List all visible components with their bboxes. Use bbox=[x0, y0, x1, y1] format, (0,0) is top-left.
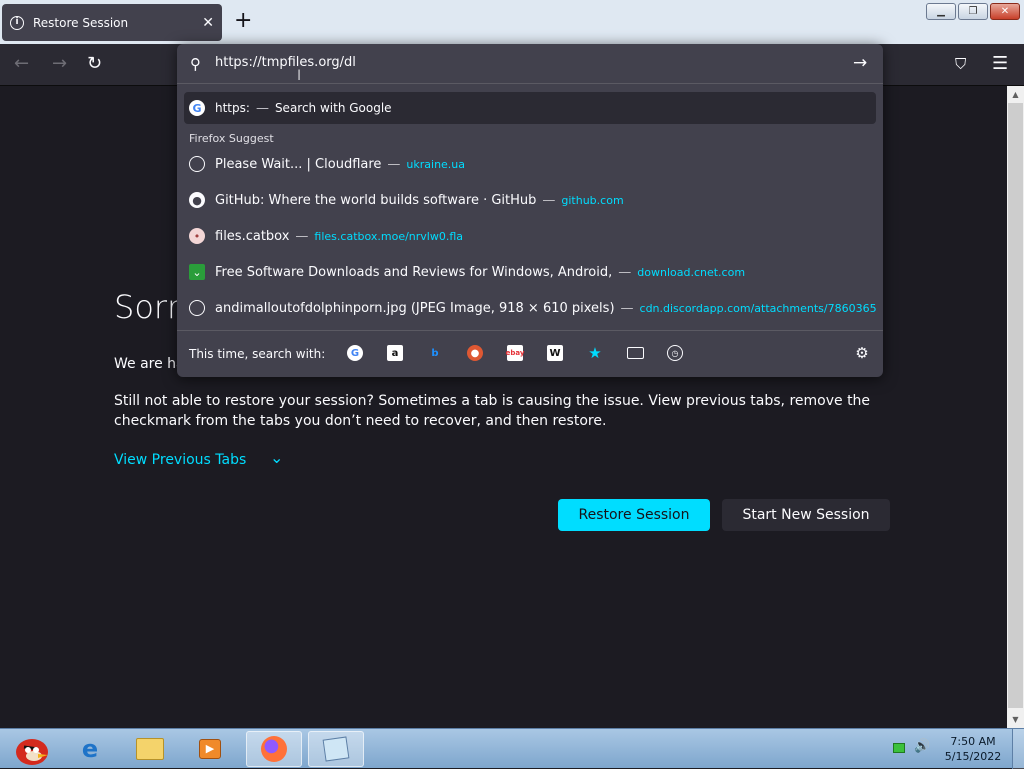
folder-icon[interactable] bbox=[122, 731, 178, 767]
suggestion-action: Search with Google bbox=[274, 101, 392, 115]
suggestion-url: download.cnet.com bbox=[637, 265, 746, 279]
hamburger-menu-icon[interactable]: ☰ bbox=[992, 54, 1008, 74]
github-icon: ● bbox=[189, 192, 205, 208]
minimize-button[interactable]: ▁ bbox=[926, 3, 956, 20]
notepad-icon[interactable] bbox=[308, 731, 364, 767]
bookmarks-star-icon[interactable]: ★ bbox=[587, 344, 603, 362]
text-cursor-icon: I bbox=[297, 68, 302, 84]
go-arrow-icon[interactable]: → bbox=[853, 53, 867, 73]
ebay-icon[interactable]: ebay bbox=[506, 345, 524, 361]
start-button[interactable] bbox=[0, 731, 60, 767]
globe-icon bbox=[189, 156, 205, 172]
show-desktop-button[interactable] bbox=[1012, 729, 1024, 769]
suggestion-title: andimalloutofdolphinporn.jpg (JPEG Image… bbox=[215, 300, 615, 316]
suggestion-row[interactable]: andimalloutofdolphinporn.jpg (JPEG Image… bbox=[184, 292, 876, 324]
suggestion-url: github.com bbox=[561, 193, 624, 207]
suggestion-title: Please Wait... | Cloudflare bbox=[215, 156, 382, 172]
cnet-download-icon: ⌄ bbox=[189, 264, 205, 280]
volume-icon[interactable]: 🔊 bbox=[914, 739, 930, 754]
angry-bird-icon bbox=[16, 739, 48, 765]
tab-strip: i Restore Session ✕ + ▁ ❐ ✕ bbox=[0, 0, 1024, 44]
clock-date: 5/15/2022 bbox=[944, 750, 1002, 763]
tab-title: Restore Session bbox=[33, 15, 129, 30]
forward-arrow-icon[interactable]: → bbox=[52, 54, 67, 74]
suggestion-url: files.catbox.moe/nrvlw0.fla bbox=[314, 229, 464, 243]
restore-help-text: Still not able to restore your session? … bbox=[114, 393, 871, 429]
page-intro-text: We are ha bbox=[114, 356, 185, 372]
search-suggestion-row[interactable]: G https: — Search with Google bbox=[184, 92, 876, 124]
one-off-search-bar: This time, search with: G a b ● ebay W ★… bbox=[177, 330, 883, 377]
close-tab-icon[interactable]: ✕ bbox=[202, 15, 214, 31]
view-previous-tabs-link[interactable]: View Previous Tabs bbox=[114, 452, 246, 468]
separator: — bbox=[542, 192, 556, 208]
amazon-icon[interactable]: a bbox=[387, 345, 403, 361]
close-window-button[interactable]: ✕ bbox=[990, 3, 1020, 20]
clock-time: 7:50 AM bbox=[950, 735, 996, 748]
separator: — bbox=[618, 264, 632, 280]
system-clock[interactable]: 7:50 AM 5/15/2022 bbox=[940, 734, 1006, 764]
search-icon: ⚲ bbox=[190, 55, 201, 73]
back-arrow-icon[interactable]: ← bbox=[14, 54, 29, 74]
separator: — bbox=[620, 300, 634, 316]
start-new-session-button[interactable]: Start New Session bbox=[722, 499, 890, 531]
suggestion-row[interactable]: ● GitHub: Where the world builds softwar… bbox=[184, 184, 876, 216]
suggestion-url: cdn.discordapp.com/attachments/786036505… bbox=[639, 301, 876, 315]
url-input[interactable] bbox=[215, 55, 815, 70]
scrollbar-thumb[interactable] bbox=[1008, 103, 1023, 708]
scroll-down-arrow-icon[interactable]: ▼ bbox=[1007, 711, 1024, 728]
wikipedia-icon[interactable]: W bbox=[547, 345, 563, 361]
media-player-icon[interactable]: ▶ bbox=[182, 731, 238, 767]
taskbar: e ▶ 🔊 7:50 AM 5/15/2022 bbox=[0, 728, 1024, 769]
suggestion-url: ukraine.ua bbox=[406, 157, 466, 171]
suggestion-row[interactable]: • files.catbox — files.catbox.moe/nrvlw0… bbox=[184, 220, 876, 252]
history-clock-icon[interactable]: ◷ bbox=[667, 345, 683, 361]
suggestion-title: https: bbox=[215, 101, 250, 115]
internet-explorer-icon[interactable]: e bbox=[62, 731, 118, 767]
restore-window-button[interactable]: ❐ bbox=[958, 3, 988, 20]
info-icon: i bbox=[10, 15, 24, 30]
google-icon: G bbox=[189, 100, 205, 116]
tab-restore-session[interactable]: i Restore Session ✕ bbox=[2, 4, 222, 41]
firefox-suggest-label: Firefox Suggest bbox=[189, 132, 274, 145]
separator: — bbox=[387, 156, 401, 172]
suggestion-title: files.catbox bbox=[215, 228, 290, 244]
suggestion-title: Free Software Downloads and Reviews for … bbox=[215, 264, 613, 280]
firefox-icon[interactable] bbox=[246, 731, 302, 767]
suggestion-row[interactable]: ⌄ Free Software Downloads and Reviews fo… bbox=[184, 256, 876, 288]
tabs-icon[interactable] bbox=[627, 347, 644, 359]
suggestion-row[interactable]: Please Wait... | Cloudflare — ukraine.ua bbox=[184, 148, 876, 180]
separator: — bbox=[255, 100, 269, 116]
catbox-icon: • bbox=[189, 228, 205, 244]
restore-session-button[interactable]: Restore Session bbox=[558, 499, 710, 531]
globe-icon bbox=[189, 300, 205, 316]
gear-icon[interactable]: ⚙ bbox=[854, 344, 870, 362]
google-icon[interactable]: G bbox=[347, 345, 363, 361]
new-tab-button[interactable]: + bbox=[234, 9, 252, 33]
bing-icon[interactable]: b bbox=[427, 345, 443, 361]
network-icon[interactable] bbox=[893, 743, 905, 753]
reload-icon[interactable]: ↻ bbox=[87, 54, 102, 74]
suggestion-title: GitHub: Where the world builds software … bbox=[215, 192, 537, 208]
chevron-down-icon[interactable]: ⌄ bbox=[270, 448, 283, 467]
scroll-up-arrow-icon[interactable]: ▲ bbox=[1007, 86, 1024, 103]
urlbar: ⚲ → bbox=[177, 44, 883, 84]
separator: — bbox=[295, 228, 309, 244]
urlbar-dropdown: ⚲ → G https: — Search with Google Firefo… bbox=[177, 44, 883, 377]
pocket-icon[interactable]: ⛉ bbox=[955, 54, 966, 74]
search-with-label: This time, search with: bbox=[189, 347, 326, 361]
duckduckgo-icon[interactable]: ● bbox=[467, 345, 483, 361]
vertical-scrollbar[interactable]: ▲ ▼ bbox=[1007, 86, 1024, 728]
